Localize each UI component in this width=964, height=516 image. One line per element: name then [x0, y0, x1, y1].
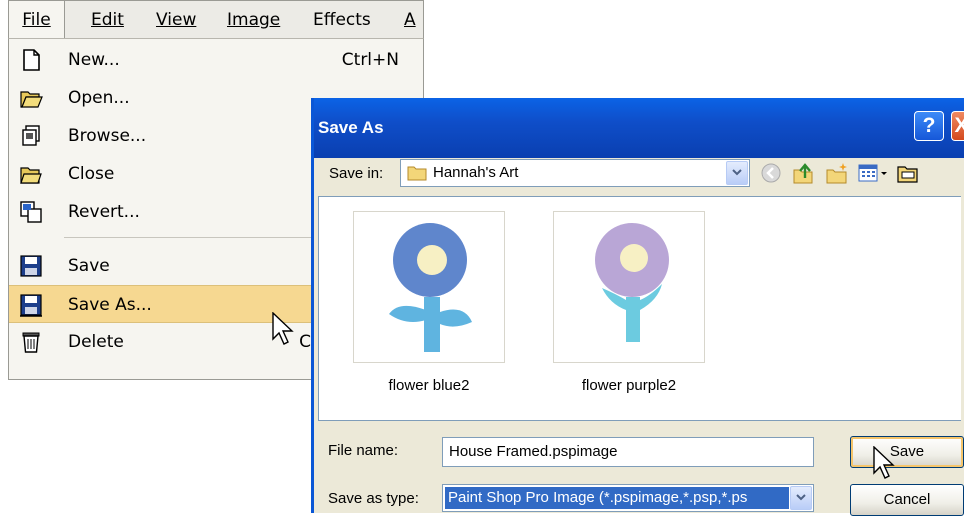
menu-item-label: Save: [68, 256, 110, 276]
back-icon[interactable]: [760, 162, 784, 184]
menu-item-label: Revert...: [68, 202, 140, 222]
new-folder-icon[interactable]: [825, 162, 849, 184]
chevron-down-icon[interactable]: [790, 486, 812, 510]
up-folder-icon[interactable]: [791, 162, 815, 184]
file-thumbnail-flower-blue2[interactable]: [353, 211, 505, 363]
save-in-dropdown[interactable]: Hannah's Art: [400, 159, 750, 187]
help-button[interactable]: ?: [914, 111, 944, 141]
flower-image: [595, 223, 669, 342]
menu-item-label: New...: [68, 50, 120, 70]
file-name-input[interactable]: House Framed.pspimage: [442, 437, 814, 467]
menu-item-label: Delete: [68, 332, 124, 352]
save-in-label: Save in:: [329, 165, 384, 182]
menu-view[interactable]: View: [156, 7, 196, 33]
save-button[interactable]: Save: [850, 436, 964, 468]
menu-file[interactable]: File: [9, 1, 65, 39]
menu-item-shortcut: Ctrl+N: [341, 50, 399, 70]
flower-image: [389, 223, 472, 352]
file-name-caption[interactable]: flower blue2: [353, 377, 505, 394]
close-folder-icon: [20, 167, 42, 184]
cancel-button[interactable]: Cancel: [850, 484, 964, 516]
browse-icon: [22, 125, 40, 146]
menu-item-label: Browse...: [68, 126, 147, 146]
mouse-pointer-icon: [272, 312, 294, 345]
menu-edit[interactable]: Edit: [91, 7, 124, 33]
view-menu-icon[interactable]: [857, 162, 889, 184]
menu-item-label: Close: [68, 164, 115, 184]
file-name-label: File name:: [328, 442, 399, 459]
chevron-down-icon[interactable]: [726, 161, 748, 185]
save-as-dialog: Save As ? X Save in: Hannah's Art flower…: [311, 98, 964, 516]
save-as-type-value: Paint Shop Pro Image (*.pspimage,*.psp,*…: [445, 487, 789, 509]
save-disk-icon: [20, 255, 42, 277]
menu-image[interactable]: Image: [227, 7, 280, 33]
menu-bar: File Edit View Image Effects A: [8, 0, 424, 39]
dialog-titlebar[interactable]: Save As ? X: [314, 98, 964, 158]
menu-item-label: Save As...: [68, 295, 152, 315]
close-button[interactable]: X: [951, 111, 964, 141]
mouse-pointer-icon: [873, 446, 895, 479]
revert-icon: [20, 201, 42, 223]
dialog-title: Save As: [318, 118, 384, 137]
menu-item-shortcut: C: [299, 332, 311, 352]
menu-item-new[interactable]: New... Ctrl+N: [9, 41, 423, 79]
new-document-icon: [23, 49, 40, 71]
save-as-type-label: Save as type:: [328, 490, 419, 507]
save-as-disk-icon: [20, 294, 42, 317]
menu-adjust[interactable]: A: [404, 7, 424, 33]
trash-icon: [22, 332, 40, 353]
file-name-caption[interactable]: flower purple2: [553, 377, 705, 394]
file-list[interactable]: flower blue2 flower purple2: [318, 196, 961, 421]
file-thumbnail-flower-purple2[interactable]: [553, 211, 705, 363]
menu-item-label: Open...: [68, 88, 130, 108]
menu-effects[interactable]: Effects: [313, 7, 371, 33]
folder-icon: [407, 166, 427, 181]
save-as-type-dropdown[interactable]: Paint Shop Pro Image (*.pspimage,*.psp,*…: [442, 484, 814, 512]
save-in-value: Hannah's Art: [433, 164, 519, 181]
open-folder-icon: [20, 91, 43, 108]
tools-folder-icon[interactable]: [896, 162, 920, 184]
